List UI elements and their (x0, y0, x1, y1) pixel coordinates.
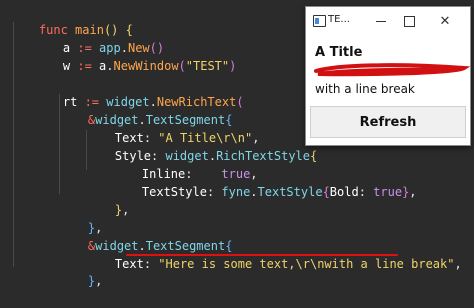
string-token: "Here is some text,\r\nwith a line break… (158, 257, 455, 271)
code-line-14: Text: "Here is some text,\r\nwith a line… (86, 237, 462, 271)
comma-token: , (122, 203, 130, 217)
fn-token: NewWindow (113, 59, 179, 73)
brace: { (322, 185, 330, 199)
code-line-11: }, (86, 183, 129, 217)
pkg-token: fyne (221, 185, 251, 199)
colon-token: : (206, 185, 222, 199)
indent-guide (13, 22, 14, 267)
dot-token: . (250, 185, 258, 199)
minimize-icon (376, 20, 386, 22)
window-title: TE... (328, 14, 350, 25)
red-annotation-scribble (314, 63, 470, 77)
code-line-10: TextStyle: fyne.TextStyle{Bold: true}, (113, 165, 417, 199)
string-token: "TEST" (185, 59, 230, 73)
colon-token: : (358, 185, 374, 199)
close-icon: ✕ (439, 13, 451, 29)
code-line-2: a := app.New() (34, 21, 164, 55)
code-line-3: w := a.NewWindow("TEST") (34, 39, 236, 73)
code-line-15: }, (59, 254, 102, 288)
field-token: Text (114, 257, 144, 271)
code-line-6: &widget.TextSegment{ (59, 93, 233, 127)
field-token: Bold (329, 185, 359, 199)
code-line-5: rt := widget.NewRichText( (34, 75, 244, 109)
code-line-13: &widget.TextSegment{ (59, 219, 233, 253)
paren: ) (229, 59, 237, 73)
paren: ( (178, 59, 186, 73)
brace: { (310, 149, 318, 163)
close-button[interactable]: ✕ (430, 7, 460, 35)
comma-token: , (95, 274, 103, 288)
brace: } (87, 274, 96, 288)
code-line-1: func main() { (10, 3, 133, 37)
refresh-button[interactable]: Refresh (310, 106, 466, 138)
app-window-icon (313, 15, 326, 27)
comma-token: , (409, 185, 417, 199)
op-token: := (70, 59, 100, 73)
field-token: TextStyle (141, 185, 207, 199)
dot-token: . (106, 59, 114, 73)
maximize-icon (403, 15, 415, 27)
paren: ( (236, 95, 244, 109)
minimize-button[interactable] (366, 7, 396, 35)
code-line-12: }, (59, 201, 102, 235)
bool-token: true (373, 185, 403, 199)
window-titlebar[interactable]: TE... ✕ (306, 7, 470, 35)
rich-text-title: A Title (315, 45, 363, 60)
red-annotation-underline (126, 254, 398, 256)
type-token: TextStyle (257, 185, 323, 199)
code-line-7: Text: "A Title\r\n", (86, 111, 260, 145)
rich-text-body: with a line break (315, 82, 415, 96)
comma-token: , (454, 257, 462, 271)
code-line-9: Inline: true, (113, 147, 258, 181)
code-line-8: Style: widget.RichTextStyle{ (86, 129, 317, 163)
maximize-button[interactable] (394, 7, 424, 35)
app-window: TE... ✕ A Title with a line break Refres… (305, 6, 471, 146)
colon-token: : (143, 257, 159, 271)
